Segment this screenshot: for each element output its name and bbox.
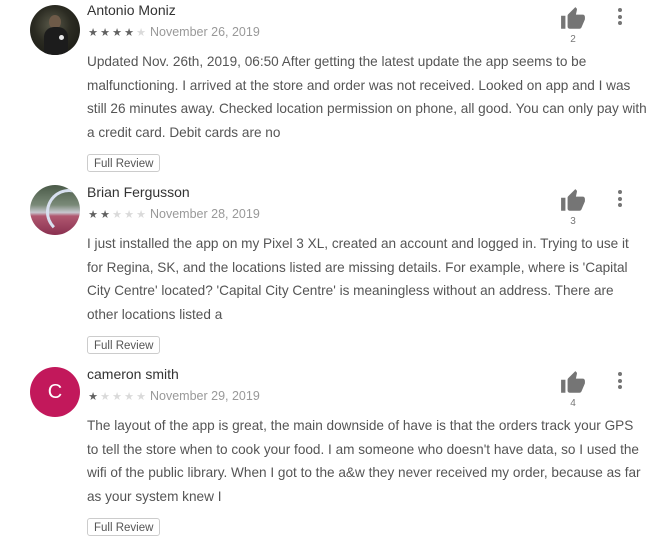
thumbs-up-icon[interactable] <box>560 6 586 32</box>
helpful-count: 3 <box>570 216 576 227</box>
review-date: November 28, 2019 <box>150 207 260 221</box>
reviewer-name: cameron smith <box>87 366 179 382</box>
more-vert-icon[interactable] <box>613 8 627 28</box>
review-text: I just installed the app on my Pixel 3 X… <box>87 236 629 322</box>
star-filled-icon: ★ <box>88 390 98 403</box>
avatar-arc <box>46 189 80 235</box>
reviewer-name: Antonio Moniz <box>87 2 176 18</box>
star-empty-icon: ★ <box>136 390 146 403</box>
full-review-button[interactable]: Full Review <box>87 518 161 536</box>
helpful-count: 4 <box>570 398 576 409</box>
star-empty-icon: ★ <box>124 390 134 403</box>
review-date: November 29, 2019 <box>150 389 260 403</box>
star-filled-icon: ★ <box>124 26 134 39</box>
avatar[interactable] <box>30 5 80 55</box>
full-review-button[interactable]: Full Review <box>87 336 161 354</box>
star-rating: ★ ★ ★ ★ ★ <box>87 390 147 403</box>
star-empty-icon: ★ <box>124 208 134 221</box>
review-text: Updated Nov. 26th, 2019, 06:50 After get… <box>87 54 647 140</box>
avatar-letter: C <box>47 380 63 403</box>
star-rating: ★ ★ ★ ★ ★ <box>87 26 147 39</box>
review-meta: ★ ★ ★ ★ ★ November 26, 2019 <box>87 25 260 39</box>
star-filled-icon: ★ <box>88 208 98 221</box>
star-filled-icon: ★ <box>112 26 122 39</box>
more-vert-icon[interactable] <box>613 372 627 392</box>
star-filled-icon: ★ <box>88 26 98 39</box>
reviewer-name: Brian Fergusson <box>87 184 190 200</box>
star-empty-icon: ★ <box>112 208 122 221</box>
avatar[interactable]: C <box>30 367 80 417</box>
thumbs-up-icon[interactable] <box>560 188 586 214</box>
star-empty-icon: ★ <box>112 390 122 403</box>
star-filled-icon: ★ <box>100 208 110 221</box>
star-empty-icon: ★ <box>100 390 110 403</box>
review-text: The layout of the app is great, the main… <box>87 418 641 504</box>
review-date: November 26, 2019 <box>150 25 260 39</box>
full-review-button[interactable]: Full Review <box>87 154 161 172</box>
avatar[interactable] <box>30 185 80 235</box>
star-empty-icon: ★ <box>136 208 146 221</box>
avatar-flower <box>59 35 64 40</box>
avatar-suit <box>44 27 68 55</box>
more-vert-icon[interactable] <box>613 190 627 210</box>
star-rating: ★ ★ ★ ★ ★ <box>87 208 147 221</box>
thumbs-up-icon[interactable] <box>560 370 586 396</box>
review-meta: ★ ★ ★ ★ ★ November 29, 2019 <box>87 389 260 403</box>
review-meta: ★ ★ ★ ★ ★ November 28, 2019 <box>87 207 260 221</box>
star-filled-icon: ★ <box>100 26 110 39</box>
helpful-count: 2 <box>570 34 576 45</box>
star-empty-icon: ★ <box>136 26 146 39</box>
